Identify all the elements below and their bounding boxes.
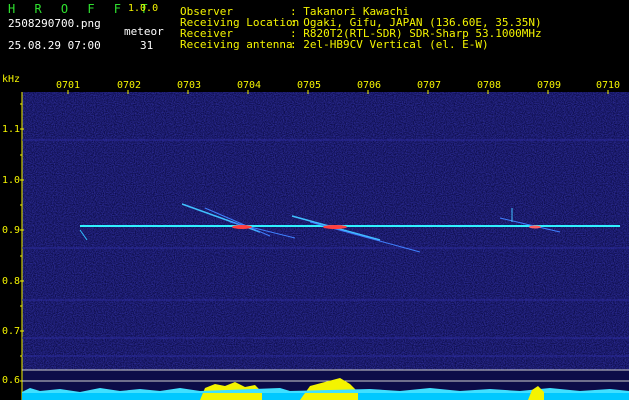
info-value-antenna: : 2el-HB9CV Vertical (el. E-W) <box>290 38 489 51</box>
app-version: 1.0.0 <box>128 3 159 14</box>
header: H R O F F T 1.0.0 2508290700.png 25.08.2… <box>0 0 629 72</box>
meteor-count: 31 <box>140 39 154 52</box>
noise-texture <box>22 92 629 370</box>
meteor-head <box>529 225 541 229</box>
file-datetime: 25.08.29 07:00 <box>8 39 101 52</box>
meteor-head <box>232 225 252 229</box>
info-key-antenna: Receiving antenna <box>180 38 293 51</box>
spectrogram <box>20 90 629 400</box>
meteor-head <box>323 225 347 229</box>
meteor-label: meteor <box>124 25 164 38</box>
file-name: 2508290700.png <box>8 17 101 30</box>
